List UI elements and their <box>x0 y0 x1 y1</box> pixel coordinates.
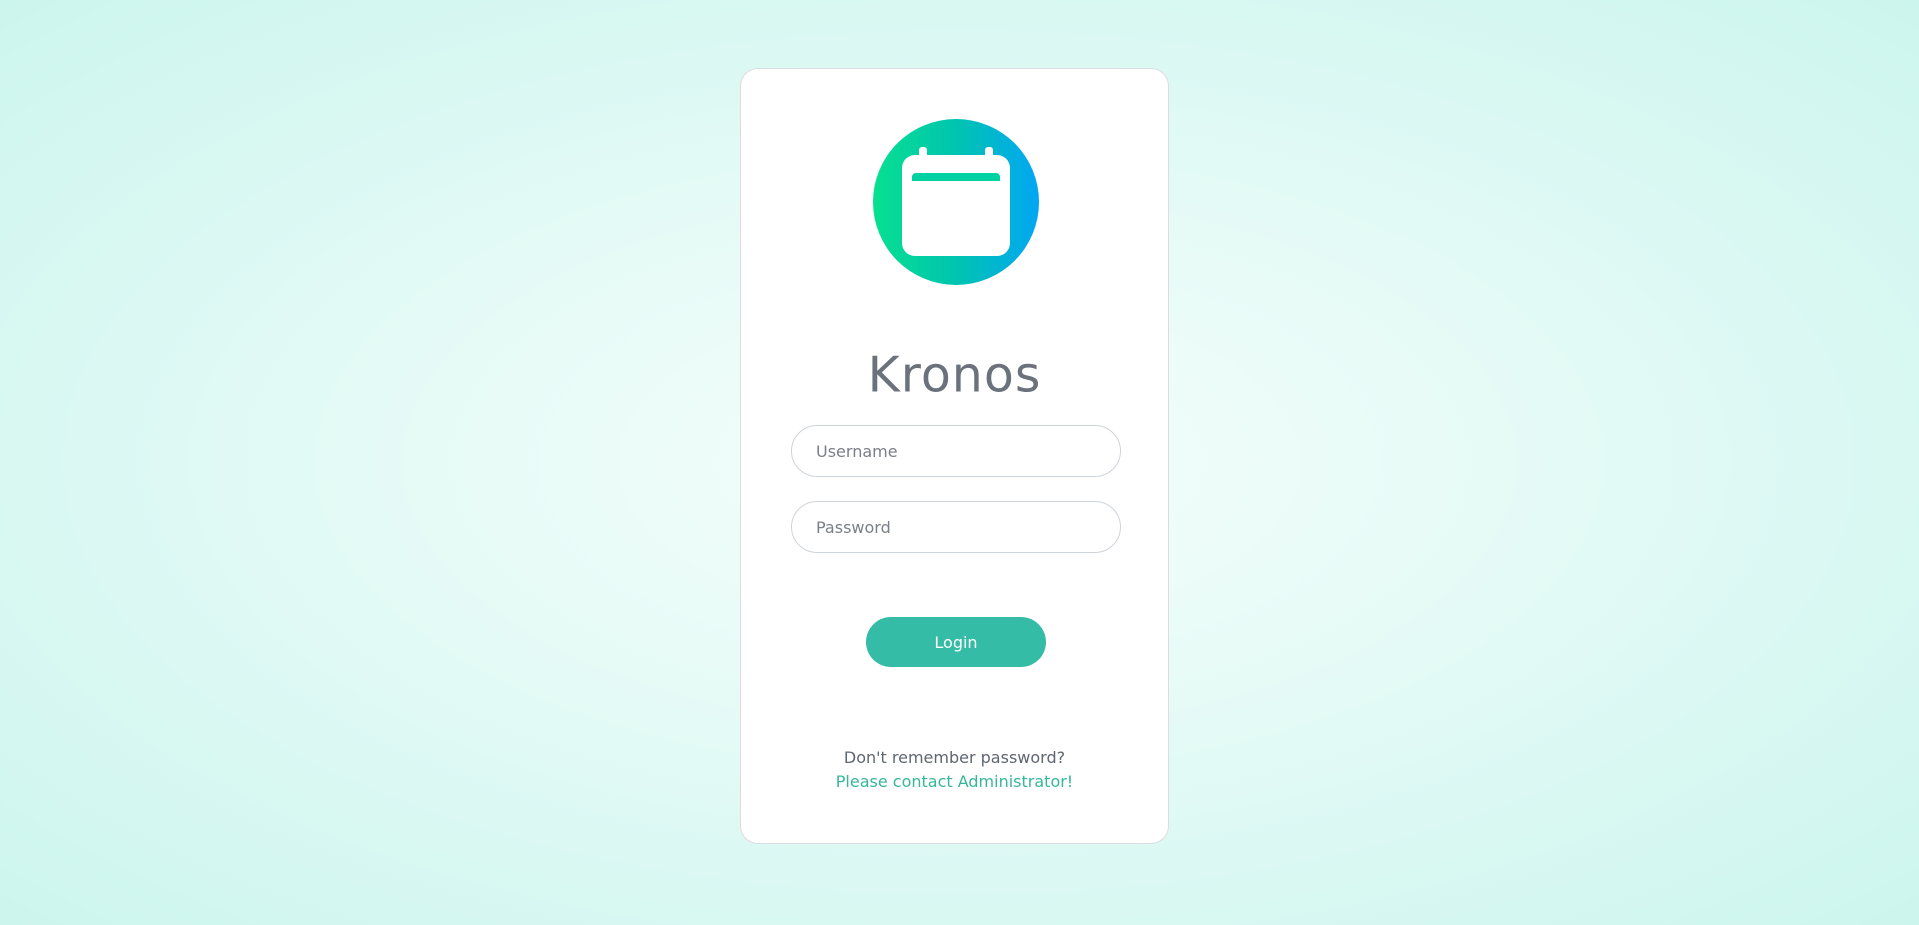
login-card: Kronos Login Don't remember password? Pl… <box>740 68 1169 844</box>
contact-administrator-link[interactable]: Please contact Administrator! <box>741 772 1168 791</box>
forgot-password-text: Don't remember password? <box>843 748 1066 767</box>
calendar-icon <box>902 147 1010 256</box>
app-logo <box>873 119 1039 285</box>
login-button[interactable]: Login <box>866 617 1046 667</box>
username-input[interactable] <box>791 425 1121 477</box>
password-input[interactable] <box>791 501 1121 553</box>
app-title: Kronos <box>867 346 1042 404</box>
